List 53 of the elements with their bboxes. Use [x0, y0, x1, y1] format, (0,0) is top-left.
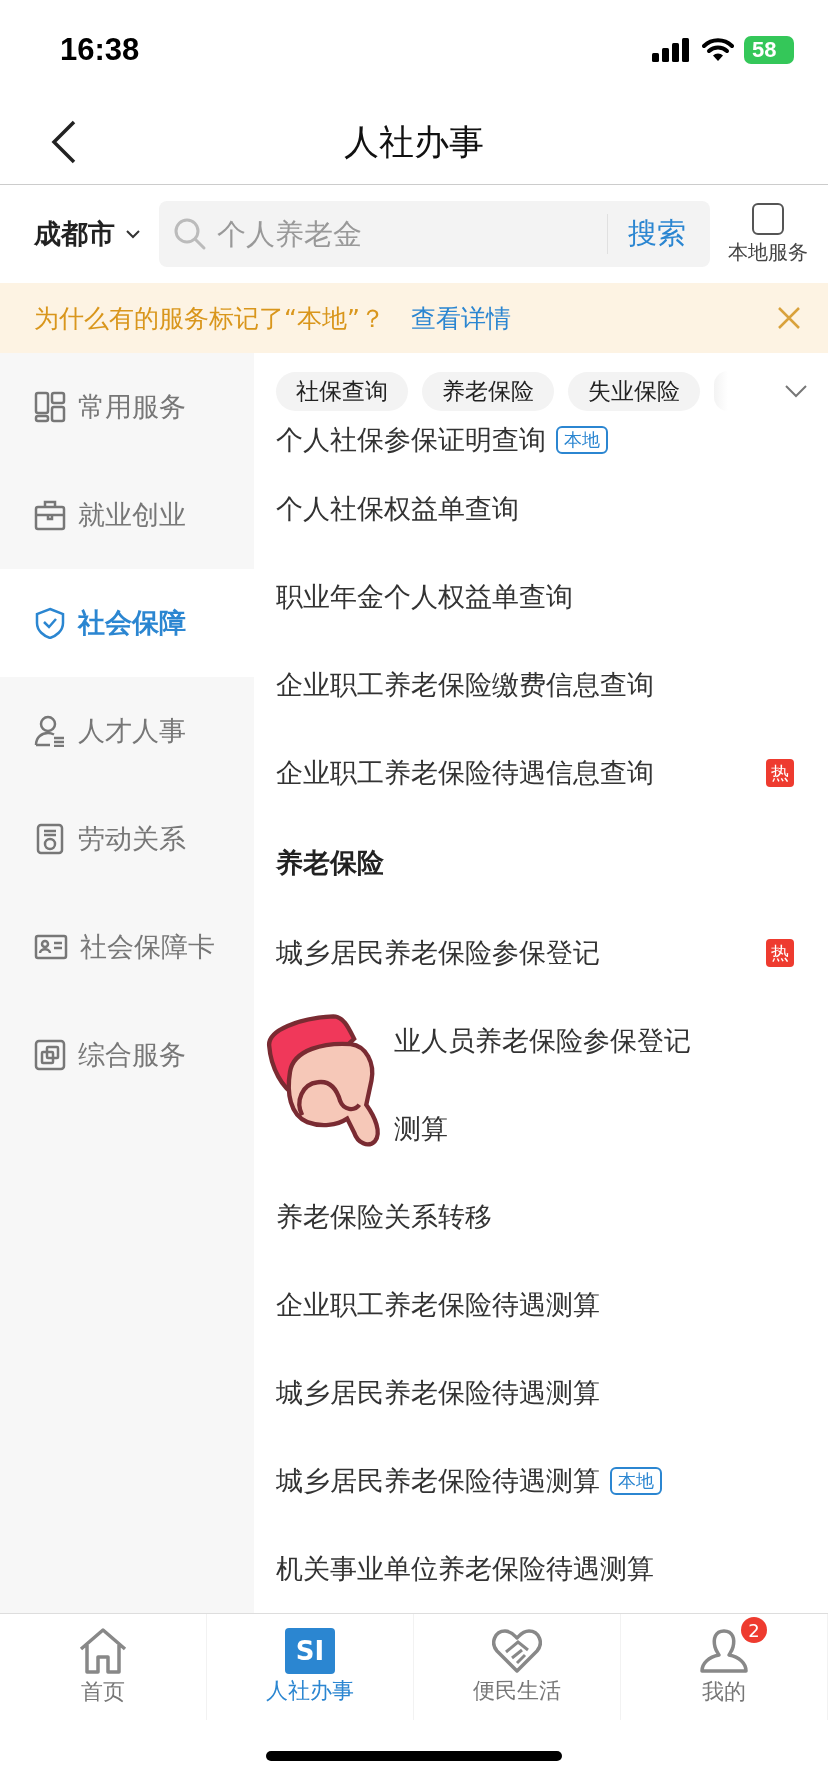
wifi-icon — [702, 38, 734, 62]
sidebar-item[interactable]: 就业创业 — [0, 461, 254, 569]
local-tag: 本地 — [610, 1467, 662, 1495]
sidebar-item[interactable]: 常用服务 — [0, 353, 254, 461]
notice-text: 为什么有的服务标记了“本地”？ — [34, 302, 385, 335]
details-link[interactable]: 查看详情 — [410, 301, 511, 335]
home-icon — [77, 1627, 129, 1675]
section-header: 养老保险 — [276, 846, 384, 880]
chevron-down-icon[interactable] — [784, 384, 808, 398]
city-selector[interactable]: 成都市 — [34, 216, 141, 252]
service-item[interactable]: 测算 — [394, 1111, 448, 1147]
sidebar-item[interactable]: 社会保障卡 — [0, 893, 254, 1001]
sidebar-item[interactable]: 综合服务 — [0, 1001, 254, 1109]
filter-chip[interactable]: 失业保险 — [568, 371, 700, 411]
handshake-heart-icon — [492, 1628, 542, 1674]
shield-icon — [34, 607, 66, 639]
hot-tag: 热 — [766, 939, 794, 967]
battery-level: 58 — [744, 36, 794, 64]
filter-chip[interactable]: 养老保险 — [422, 371, 554, 411]
signal-icon — [652, 38, 692, 62]
person-icon — [34, 715, 66, 747]
service-item[interactable]: 企业职工养老保险待遇测算 — [276, 1287, 600, 1323]
squares-icon — [34, 1039, 66, 1071]
service-item[interactable]: 个人社保权益单查询 — [276, 491, 519, 527]
certificate-icon — [34, 823, 66, 855]
si-logo: SI — [285, 1628, 335, 1674]
service-item[interactable]: 业人员养老保险参保登记 — [394, 1023, 691, 1059]
sidebar-item[interactable]: 人才人事 — [0, 677, 254, 785]
service-item[interactable]: 城乡居民养老保险参保登记 — [276, 935, 600, 971]
status-time: 16:38 — [60, 32, 140, 68]
service-item[interactable]: 机关事业单位养老保险待遇测算 — [276, 1551, 654, 1587]
back-icon[interactable] — [50, 120, 78, 164]
sidebar-item[interactable]: 社会保障 — [0, 569, 254, 677]
local-tag: 本地 — [556, 426, 608, 454]
hot-tag: 热 — [766, 759, 794, 787]
checkbox[interactable] — [752, 202, 784, 235]
service-item[interactable]: 城乡居民养老保险待遇测算 — [276, 1463, 600, 1499]
user-icon — [699, 1627, 749, 1675]
caret-icon — [125, 229, 141, 239]
service-item[interactable]: 企业职工养老保险待遇信息查询 — [276, 755, 654, 791]
search-icon — [173, 217, 207, 251]
local-service-toggle[interactable]: 本地服务 — [728, 202, 808, 266]
briefcase-icon — [34, 499, 66, 531]
grid-icon — [34, 391, 66, 423]
sidebar-item[interactable]: 劳动关系 — [0, 785, 254, 893]
service-item[interactable]: 养老保险关系转移 — [276, 1199, 492, 1235]
service-item[interactable]: 职业年金个人权益单查询 — [276, 579, 573, 615]
service-item[interactable]: 个人社保参保证明查询 — [276, 422, 546, 458]
page-title: 人社办事 — [344, 120, 484, 164]
service-item[interactable]: 企业职工养老保险缴费信息查询 — [276, 667, 654, 703]
notification-badge: 2 — [741, 1617, 767, 1643]
filter-chip[interactable]: 社保查询 — [276, 371, 408, 411]
service-item[interactable]: 城乡居民养老保险待遇测算 — [276, 1375, 600, 1411]
